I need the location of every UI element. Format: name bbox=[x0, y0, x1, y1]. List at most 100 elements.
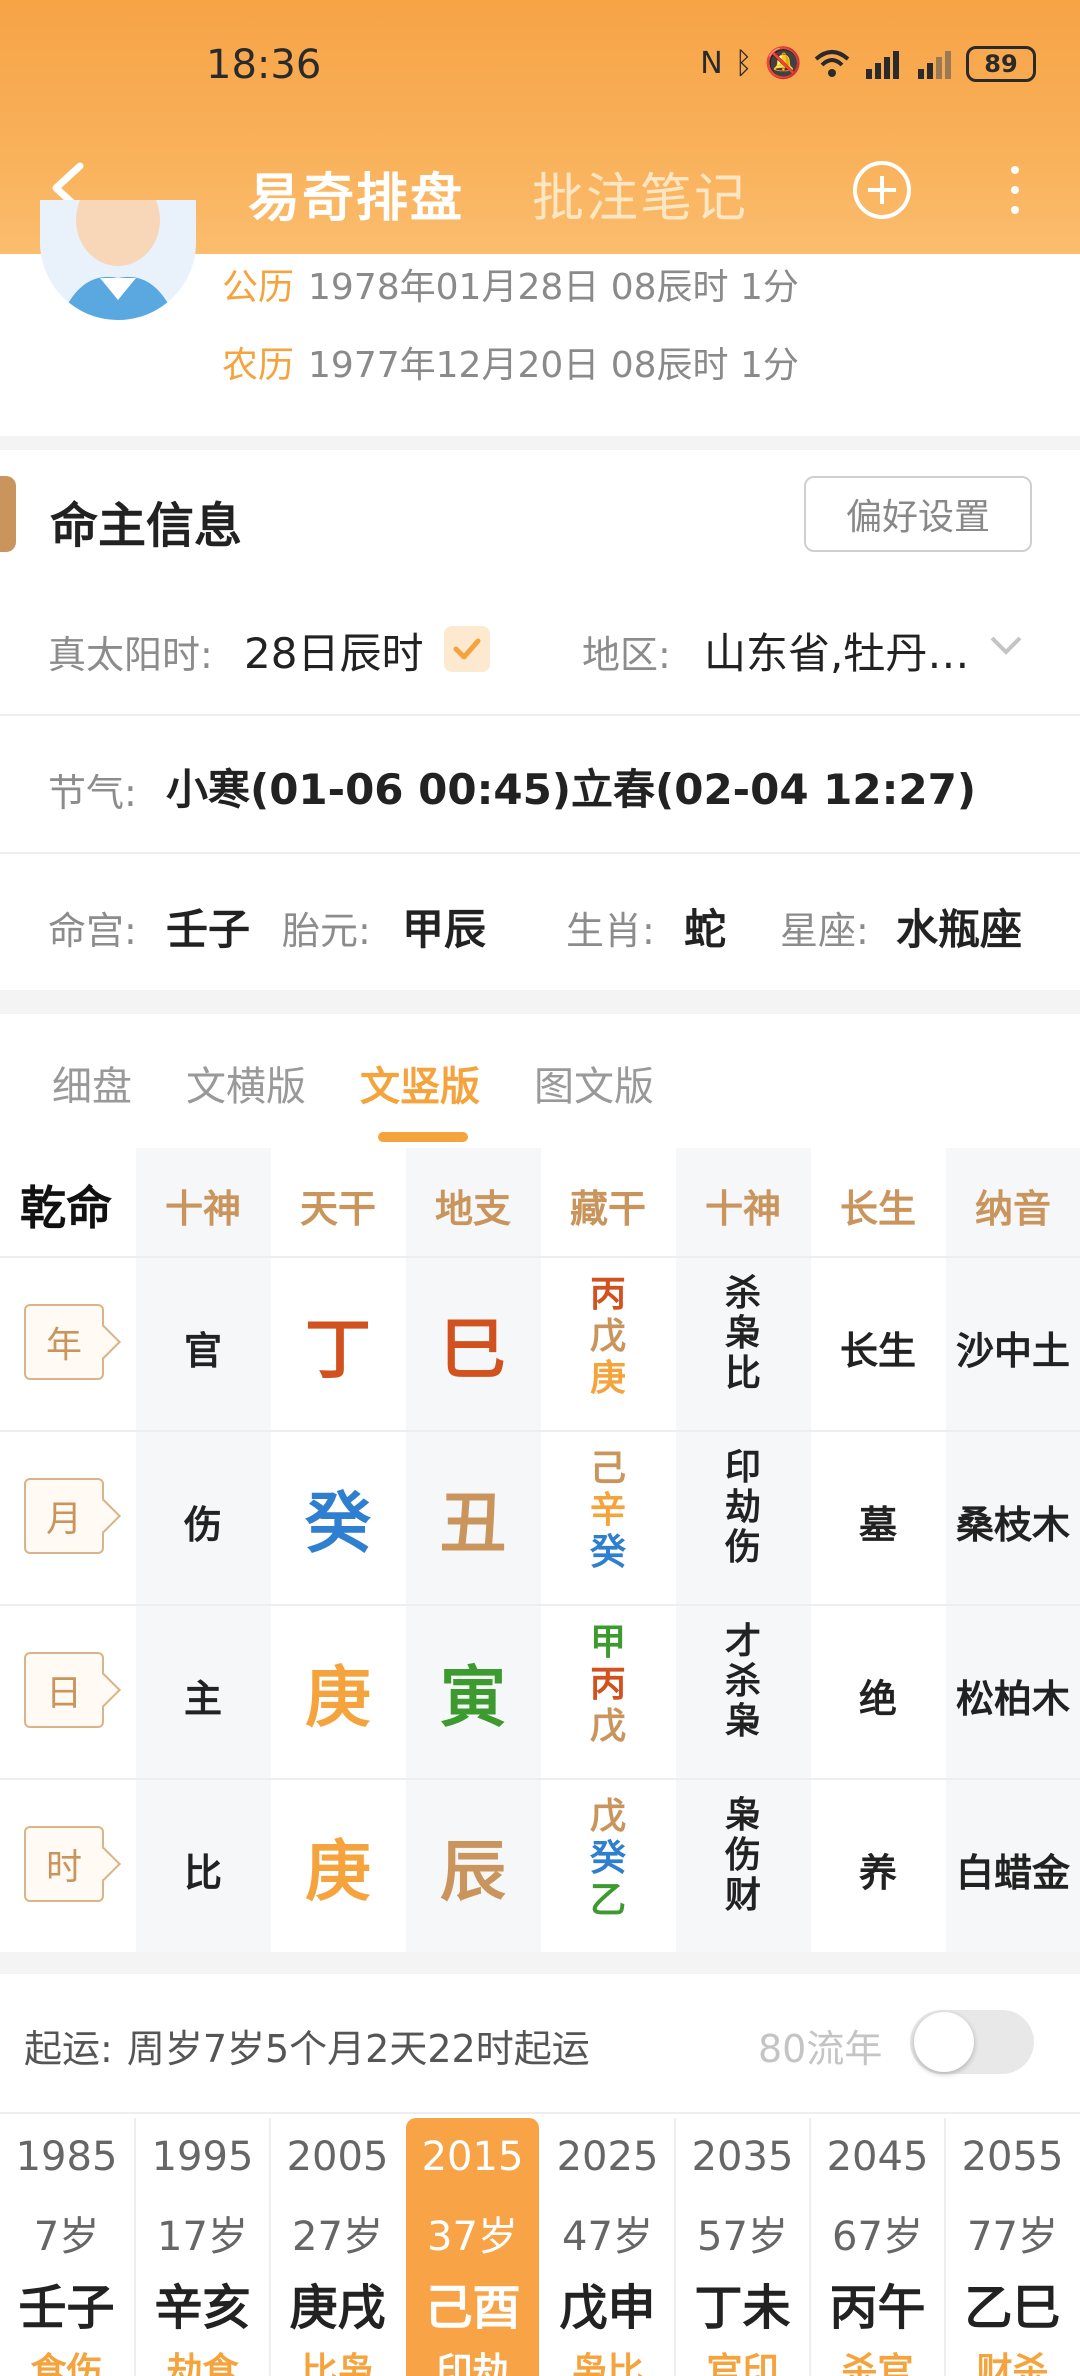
region-label: 地区: bbox=[582, 633, 671, 677]
signal-4g-icon bbox=[866, 51, 899, 79]
dayun-tag: 比枭 bbox=[301, 2351, 374, 2376]
dayun-item[interactable]: 2035 57岁 丁未 官印 bbox=[676, 2118, 809, 2376]
dayun-tag: 财杀 bbox=[976, 2351, 1049, 2376]
row-divider bbox=[0, 852, 1080, 854]
tab-wenheng[interactable]: 文横版 bbox=[186, 1054, 306, 1112]
solar-time-checkbox[interactable] bbox=[444, 626, 490, 672]
gods-item: 伤 bbox=[724, 1835, 761, 1876]
gods-item: 印 bbox=[724, 1447, 761, 1488]
tiangan-cell: 癸 bbox=[305, 1485, 371, 1562]
dayun-age: 47岁 bbox=[562, 2214, 653, 2260]
section-divider bbox=[0, 1952, 1080, 1974]
gods-item: 杀 bbox=[724, 1661, 761, 1702]
dayun-tag: 官印 bbox=[706, 2351, 779, 2376]
header-shishen: 十神 bbox=[164, 1187, 241, 1231]
changsheng-cell: 绝 bbox=[858, 1677, 897, 1721]
dayun-ganzhi: 丙午 bbox=[829, 2280, 926, 2336]
dayun-item[interactable]: 1985 7岁 壬子 食伤 bbox=[0, 2118, 133, 2376]
header-canggan: 藏干 bbox=[569, 1187, 646, 1231]
tiangan-cell: 庚 bbox=[305, 1833, 371, 1910]
gods-item: 枭 bbox=[724, 1313, 761, 1354]
shishen-cell: 伤 bbox=[183, 1503, 222, 1547]
region-select[interactable]: 山东省,牡丹… bbox=[704, 620, 969, 681]
luck-start-label: 起运: bbox=[24, 2027, 113, 2071]
nayin-cell: 白蜡金 bbox=[955, 1851, 1070, 1895]
nayin-cell: 沙中土 bbox=[955, 1329, 1070, 1373]
solar-value: 1978年01月28日 08辰时 1分 bbox=[308, 267, 799, 308]
gods-item: 枭 bbox=[724, 1701, 761, 1742]
luck-start: 起运: 周岁7岁5个月2天22时起运 bbox=[24, 2018, 590, 2073]
tab-xipan[interactable]: 细盘 bbox=[52, 1054, 132, 1112]
xingzuo-label: 星座: bbox=[780, 909, 869, 953]
column-bg bbox=[136, 1148, 271, 1952]
dayun-item[interactable]: 2055 77岁 乙巳 财杀 bbox=[946, 2118, 1079, 2376]
dayun-item[interactable]: 2005 27岁 庚戌 比枭 bbox=[271, 2118, 404, 2376]
gods-item: 财 bbox=[724, 1875, 761, 1916]
solar-label: 公历 bbox=[222, 267, 295, 308]
canggan-item: 癸 bbox=[589, 1532, 626, 1573]
dayun-tag: 劫食 bbox=[166, 2351, 239, 2376]
minggong-value: 壬子 bbox=[166, 905, 251, 954]
canggan-cell: 戊 癸 乙 bbox=[541, 1796, 675, 1922]
dayun-item[interactable]: 2045 67岁 丙午 杀官 bbox=[811, 2118, 944, 2376]
minggong-label: 命宫: bbox=[48, 909, 137, 953]
tiangan-cell: 庚 bbox=[305, 1659, 371, 1736]
battery-icon: 89 bbox=[966, 46, 1036, 82]
preferences-button[interactable]: 偏好设置 bbox=[804, 476, 1032, 552]
taiyuan-value: 甲辰 bbox=[402, 905, 487, 954]
tab-notes[interactable]: 批注笔记 bbox=[532, 156, 748, 231]
taiyuan-label: 胎元: bbox=[282, 909, 371, 953]
tab-wenshu[interactable]: 文竖版 bbox=[360, 1054, 480, 1112]
dayun-age: 27岁 bbox=[292, 2214, 383, 2260]
pillar-hour[interactable]: 时 bbox=[24, 1826, 104, 1902]
shengxiao-value: 蛇 bbox=[684, 905, 727, 954]
dayun-year: 2045 bbox=[826, 2134, 929, 2180]
gods-cell: 枭 伤 财 bbox=[676, 1796, 810, 1916]
lunar-value: 1977年12月20日 08辰时 1分 bbox=[308, 345, 799, 386]
dayun-age: 17岁 bbox=[157, 2214, 248, 2260]
gods-item: 比 bbox=[724, 1353, 761, 1394]
flow-years-toggle[interactable] bbox=[910, 2010, 1034, 2074]
dayun-item[interactable]: 2025 47岁 戊申 枭比 bbox=[541, 2118, 674, 2376]
row-divider bbox=[0, 1430, 1080, 1432]
dayun-age: 7岁 bbox=[33, 2214, 100, 2260]
shishen-cell: 主 bbox=[183, 1677, 222, 1721]
canggan-item: 甲 bbox=[589, 1622, 626, 1663]
canggan-item: 丙 bbox=[589, 1664, 626, 1705]
canggan-item: 乙 bbox=[589, 1880, 626, 1921]
dizhi-cell: 丑 bbox=[440, 1485, 506, 1562]
gods-item: 杀 bbox=[724, 1273, 761, 1314]
tab-tuwen[interactable]: 图文版 bbox=[534, 1054, 654, 1112]
avatar[interactable] bbox=[40, 200, 196, 320]
canggan-item: 庚 bbox=[589, 1358, 626, 1399]
changsheng-cell: 养 bbox=[858, 1851, 897, 1895]
dayun-item-active[interactable]: 2015 37岁 己酉 印劫 bbox=[406, 2118, 539, 2376]
shishen-cell: 比 bbox=[183, 1851, 222, 1895]
dayun-age: 67岁 bbox=[832, 2214, 923, 2260]
canggan-cell: 己 辛 癸 bbox=[541, 1448, 675, 1574]
pillar-day[interactable]: 日 bbox=[24, 1652, 104, 1728]
solar-date: 公历 1978年01月28日 08辰时 1分 bbox=[222, 258, 799, 310]
status-icons: N ᛒ 🔕 89 bbox=[700, 46, 1036, 82]
canggan-cell: 甲 丙 戊 bbox=[541, 1622, 675, 1748]
column-bg bbox=[946, 1148, 1080, 1952]
header-nayin: 纳音 bbox=[974, 1187, 1051, 1231]
toggle-knob bbox=[914, 2012, 974, 2072]
chevron-down-icon[interactable] bbox=[988, 630, 1024, 660]
dizhi-cell: 辰 bbox=[440, 1833, 506, 1910]
lunar-label: 农历 bbox=[222, 345, 295, 386]
pillar-year[interactable]: 年 bbox=[24, 1304, 104, 1380]
lunar-date: 农历 1977年12月20日 08辰时 1分 bbox=[222, 336, 799, 388]
dayun-tag: 杀官 bbox=[841, 2351, 914, 2376]
add-button[interactable] bbox=[850, 158, 914, 222]
more-menu-button[interactable] bbox=[1000, 158, 1030, 222]
gods-item: 才 bbox=[724, 1621, 761, 1662]
pillar-month[interactable]: 月 bbox=[24, 1478, 104, 1554]
canggan-cell: 丙 戊 庚 bbox=[541, 1274, 675, 1400]
dayun-ganzhi: 丁未 bbox=[694, 2280, 791, 2336]
tab-pan[interactable]: 易奇排盘 bbox=[248, 156, 464, 231]
dayun-item[interactable]: 1995 17岁 辛亥 劫食 bbox=[136, 2118, 269, 2376]
jieqi-label: 节气: bbox=[48, 771, 137, 815]
dayun-age: 37岁 bbox=[427, 2214, 518, 2260]
header-tiangan: 天干 bbox=[299, 1187, 376, 1231]
